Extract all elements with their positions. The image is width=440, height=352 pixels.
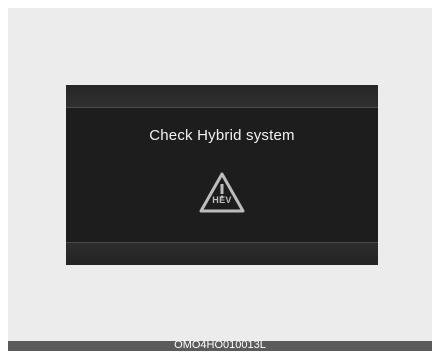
warning-message: Check Hybrid system [149, 127, 295, 144]
instrument-display: Check Hybrid system HEV [66, 85, 378, 265]
hev-badge-label: HEV [212, 195, 232, 205]
display-bottom-band [66, 242, 378, 265]
display-top-band [66, 85, 378, 108]
figure-caption-bar: OMO4HO010013L [8, 339, 432, 351]
hev-warning-triangle-icon [198, 171, 246, 215]
figure-code: OMO4HO010013L [174, 339, 266, 351]
